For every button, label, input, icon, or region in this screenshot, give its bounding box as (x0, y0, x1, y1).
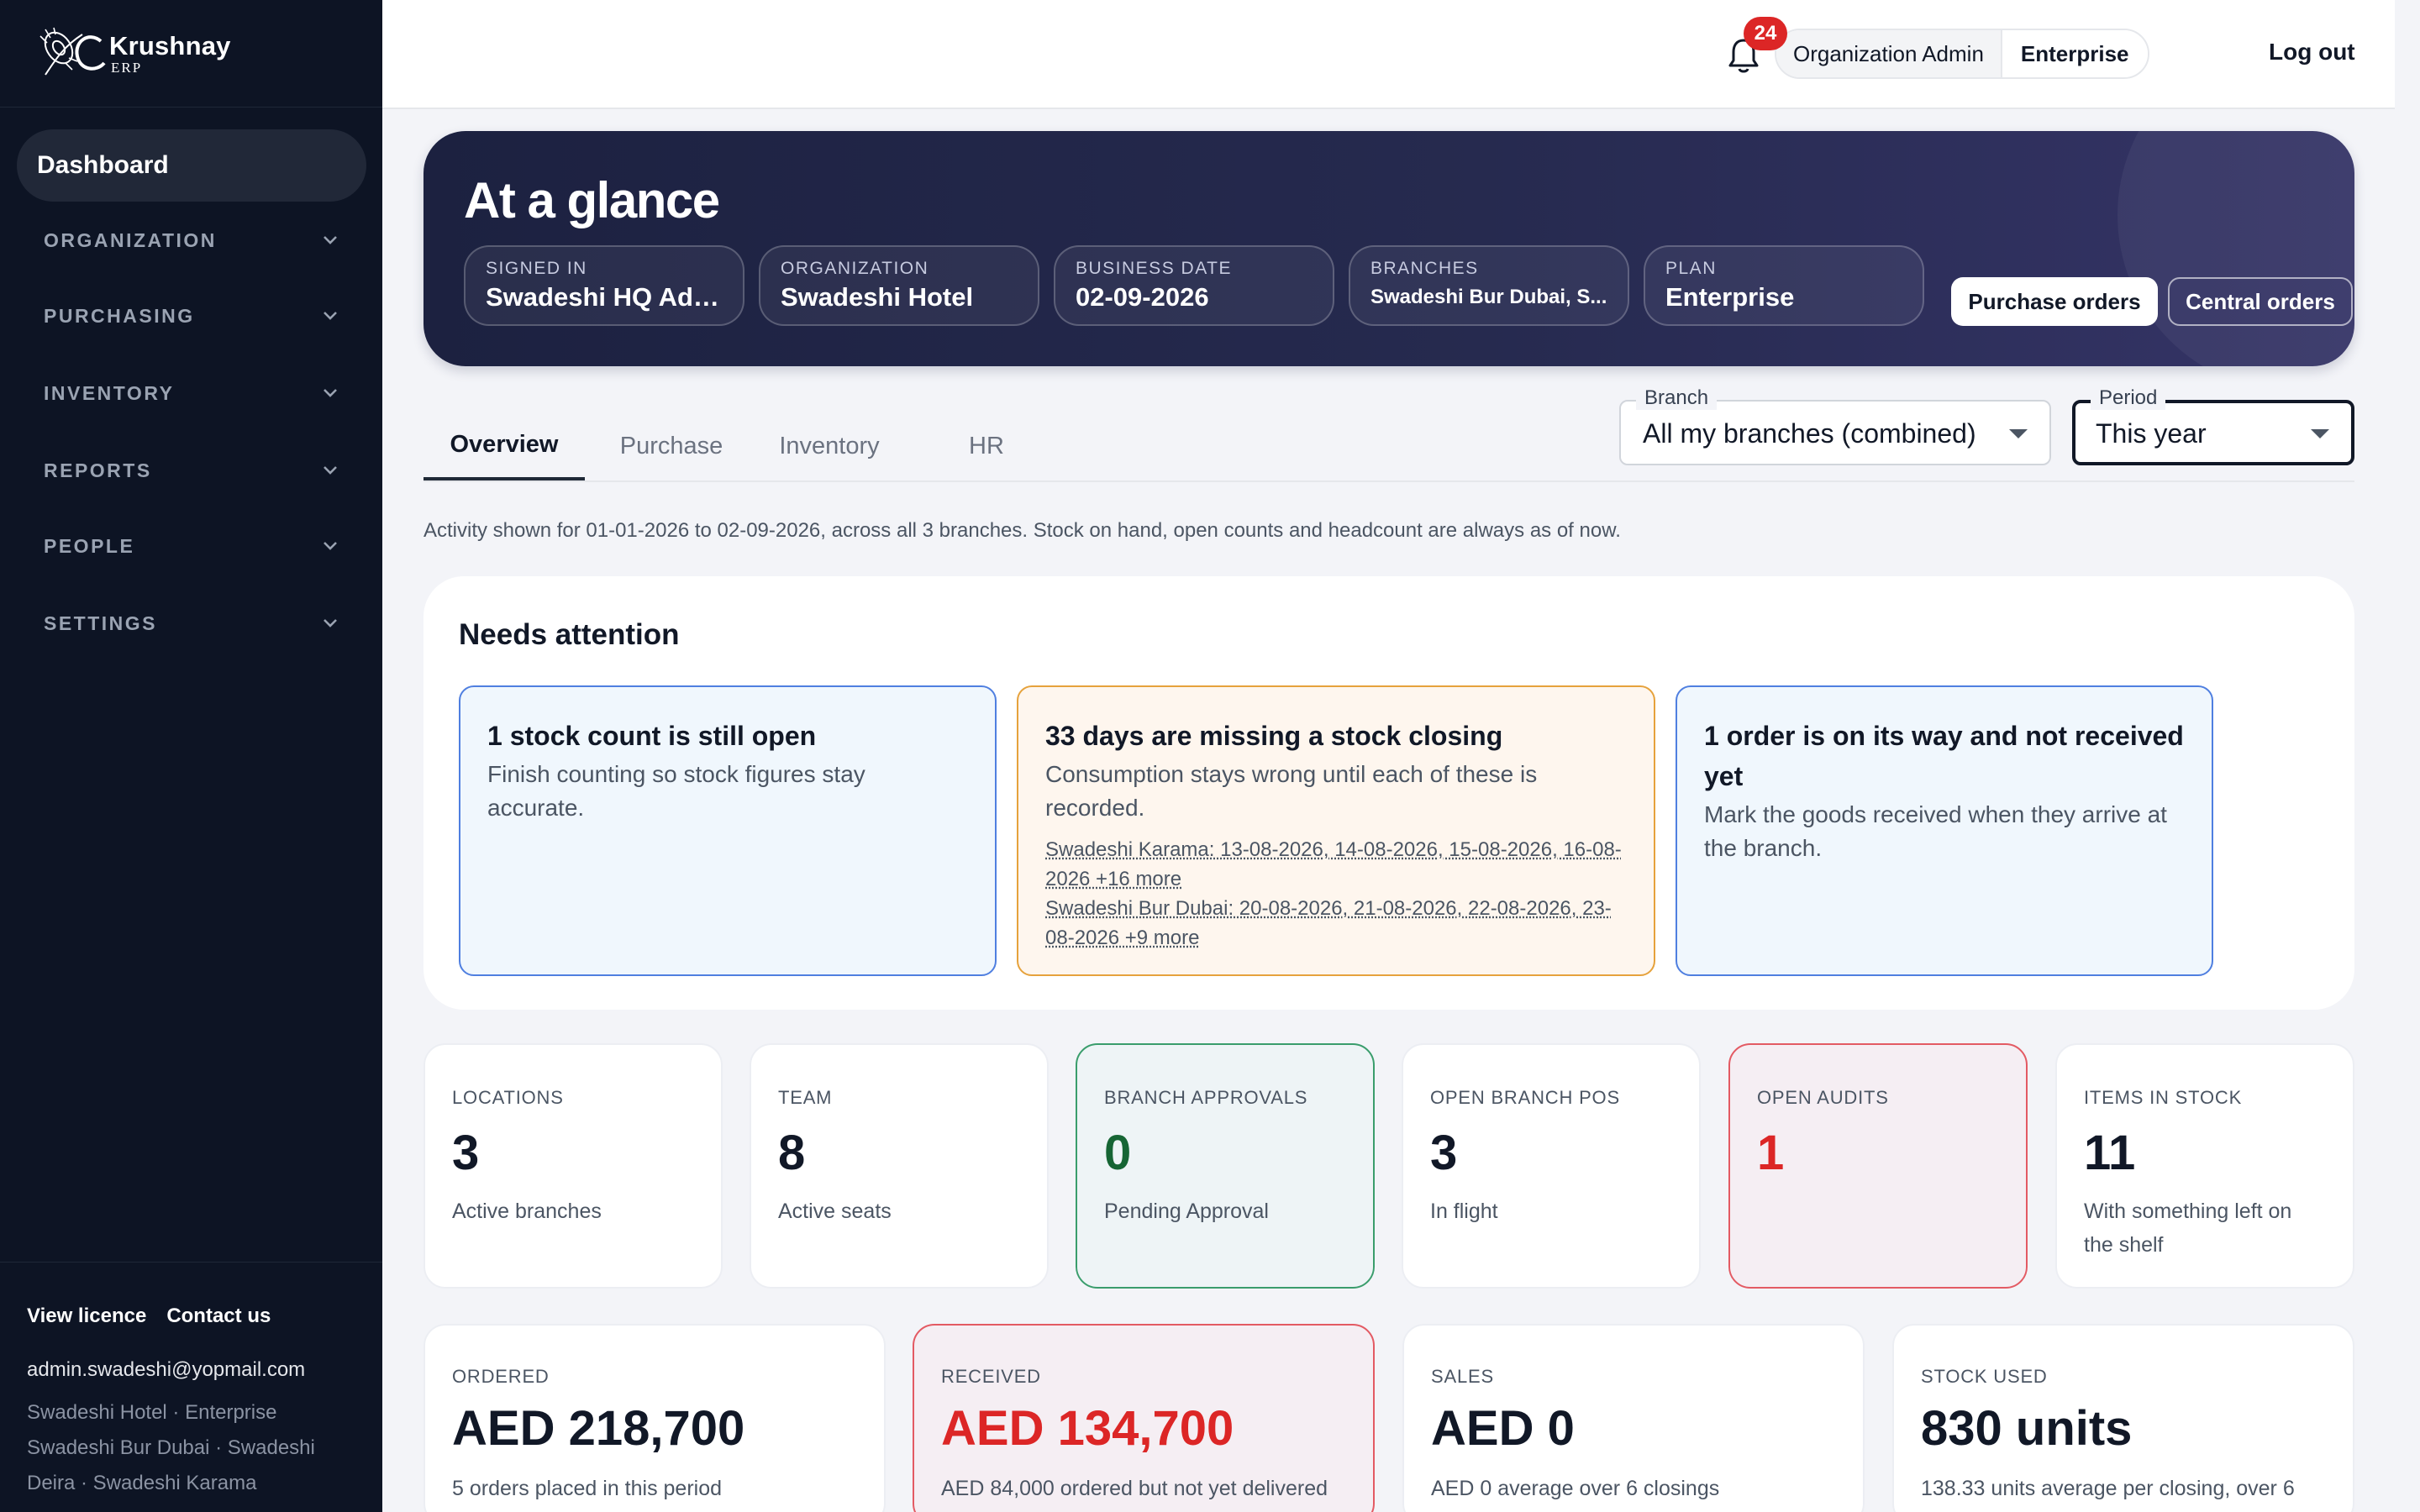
view-licence-link[interactable]: View licence (27, 1305, 146, 1328)
tab-purchase[interactable]: Purchase (600, 412, 743, 480)
brand-subtitle: ERP (111, 59, 143, 76)
notification-badge: 24 (1744, 17, 1787, 50)
stock-used-card[interactable]: STOCK USED 830 units 138.33 units averag… (1892, 1324, 2354, 1512)
branch-select[interactable]: Branch All my branches (combined) (1619, 386, 2051, 465)
open-audits-stat-card[interactable]: OPEN AUDITS 1 (1728, 1043, 2028, 1289)
tab-overview[interactable]: Overview (424, 412, 585, 480)
branch-approvals-stat-card[interactable]: BRANCH APPROVALS 0 Pending Approval (1076, 1043, 1375, 1289)
business-date-chip: BUSINESS DATE 02-09-2026 (1054, 245, 1334, 326)
caret-down-icon (2009, 429, 2028, 438)
sidebar-item-label: ORGANIZATION (44, 228, 217, 251)
tab-hr[interactable]: HR (928, 412, 1045, 480)
chevron-down-icon (324, 619, 337, 627)
logout-button[interactable]: Log out (2269, 39, 2355, 66)
chevron-down-icon (324, 312, 337, 320)
tab-inventory[interactable]: Inventory (753, 412, 906, 480)
ordered-card[interactable]: ORDERED AED 218,700 5 orders placed in t… (424, 1324, 886, 1512)
tabs-divider (424, 480, 2354, 482)
decorative-circle (2118, 131, 2354, 366)
missing-closing-link[interactable]: Swadeshi Bur Dubai: 20-08-2026, 21-08-20… (1045, 894, 1627, 953)
organization-chip: ORGANIZATION Swadeshi Hotel (759, 245, 1039, 326)
period-select-value: This year (2096, 418, 2207, 449)
peacock-feather-logo-icon (39, 27, 106, 76)
items-in-stock-stat-card[interactable]: ITEMS IN STOCK 11 With something left on… (2055, 1043, 2354, 1289)
chevron-down-icon (324, 236, 337, 244)
received-card[interactable]: RECEIVED AED 134,700 AED 84,000 ordered … (913, 1324, 1375, 1512)
topbar: Organization Admin Enterprise 24 Log out (382, 0, 2395, 109)
plan-label[interactable]: Enterprise (2002, 30, 2148, 77)
branches-chip: BRANCHES Swadeshi Bur Dubai, S... (1349, 245, 1629, 326)
chevron-down-icon (324, 389, 337, 397)
period-select[interactable]: Period This year (2072, 386, 2354, 465)
open-branch-pos-stat-card[interactable]: OPEN BRANCH POS 3 In flight (1402, 1043, 1701, 1289)
period-select-label: Period (2091, 386, 2166, 410)
activity-note: Activity shown for 01-01-2026 to 02-09-2… (424, 519, 1621, 542)
locations-stat-card[interactable]: LOCATIONS 3 Active branches (424, 1043, 723, 1289)
sidebar-item-settings[interactable]: SETTINGS (44, 606, 338, 640)
contact-us-link[interactable]: Contact us (166, 1305, 271, 1328)
open-stock-count-card[interactable]: 1 stock count is still open Finish count… (459, 685, 997, 976)
role-switcher[interactable]: Organization Admin Enterprise (1775, 29, 2149, 79)
sidebar-item-label: PEOPLE (44, 534, 135, 557)
sidebar-item-label: PURCHASING (44, 304, 195, 327)
branch-select-value: All my branches (combined) (1643, 418, 1976, 449)
chevron-down-icon (324, 542, 337, 550)
team-stat-card[interactable]: TEAM 8 Active seats (750, 1043, 1049, 1289)
sidebar: Krushnay ERP Dashboard ORGANIZATION PURC… (0, 0, 382, 1512)
order-in-transit-card[interactable]: 1 order is on its way and not received y… (1676, 685, 2213, 976)
sidebar-item-label: INVENTORY (44, 381, 175, 404)
sidebar-item-label: REPORTS (44, 459, 152, 481)
sidebar-item-inventory[interactable]: INVENTORY (44, 376, 338, 410)
at-a-glance-hero: At a glance SIGNED IN Swadeshi HQ Admin … (424, 131, 2354, 366)
sidebar-item-dashboard[interactable]: Dashboard (17, 129, 366, 202)
user-organization: Swadeshi Hotel · Enterprise Swadeshi Bur… (27, 1401, 315, 1494)
central-orders-button[interactable]: Central orders (2168, 277, 2353, 326)
signed-in-chip: SIGNED IN Swadeshi HQ Admin (464, 245, 744, 326)
sidebar-footer: View licence Contact us admin.swadeshi@y… (0, 1262, 382, 1501)
role-label[interactable]: Organization Admin (1776, 30, 2002, 77)
missing-closing-card[interactable]: 33 days are missing a stock closing Cons… (1017, 685, 1655, 976)
brand[interactable]: Krushnay ERP (0, 0, 382, 108)
user-email: admin.swadeshi@yopmail.com (27, 1358, 306, 1381)
plan-chip: PLAN Enterprise (1644, 245, 1924, 326)
page-title: At a glance (464, 172, 720, 228)
brand-name: Krushnay (109, 30, 231, 60)
sidebar-item-organization[interactable]: ORGANIZATION (44, 223, 338, 257)
sidebar-item-people[interactable]: PEOPLE (44, 529, 338, 563)
purchase-orders-button[interactable]: Purchase orders (1951, 277, 2158, 326)
sidebar-item-purchasing[interactable]: PURCHASING (44, 299, 338, 333)
sales-card[interactable]: SALES AED 0 AED 0 average over 6 closing… (1402, 1324, 1865, 1512)
branch-select-label: Branch (1636, 386, 1718, 410)
needs-attention-title: Needs attention (459, 618, 680, 651)
missing-closing-link[interactable]: Swadeshi Karama: 13-08-2026, 14-08-2026,… (1045, 835, 1627, 894)
caret-down-icon (2311, 429, 2329, 438)
sidebar-item-label: SETTINGS (44, 612, 158, 634)
needs-attention-panel: Needs attention 1 stock count is still o… (424, 576, 2354, 1010)
chevron-down-icon (324, 466, 337, 475)
sidebar-item-reports[interactable]: REPORTS (44, 454, 338, 487)
